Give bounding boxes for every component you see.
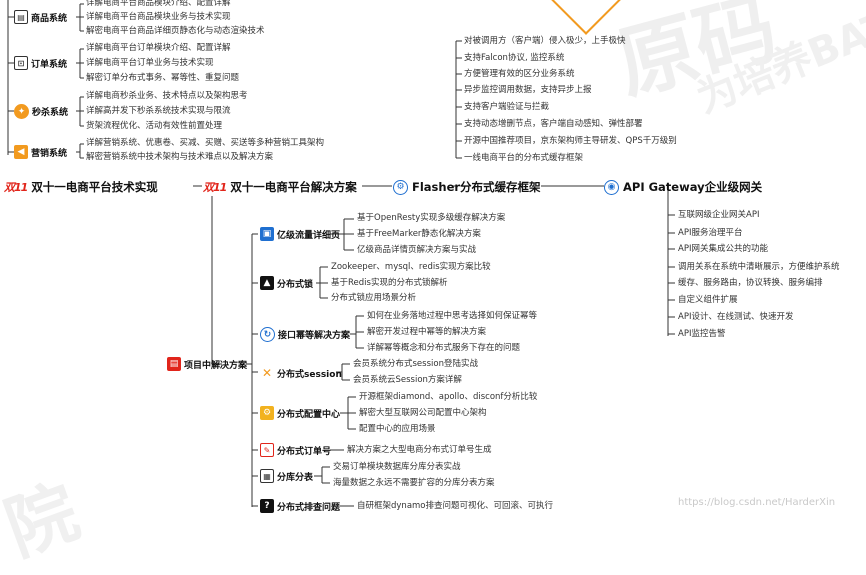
branch-troubleshoot: ? 分布式排查问题 <box>260 499 340 513</box>
flasher-item: 异步监控调用数据，支持异步上报 <box>464 85 592 95</box>
branch-label: 接口幂等解决方案 <box>278 331 351 341</box>
box-icon: ▤ <box>14 10 28 24</box>
seckill-item: 详解高并发下秒杀系统技术实现与限流 <box>86 106 231 116</box>
gateway-item: 缓存、服务路由，协议转换、服务编排 <box>678 278 823 288</box>
branch-idempotent: ↻ 接口幂等解决方案 <box>260 327 350 342</box>
flasher-item: 一线电商平台的分布式缓存框架 <box>464 153 584 163</box>
branch-item: Zookeeper、mysql、redis实现方案比较 <box>331 262 491 272</box>
flasher-item: 支持动态增删节点，客户端自动感知、弹性部署 <box>464 119 643 129</box>
megaphone-icon: ◀ <box>14 145 28 159</box>
project-solutions-node: ▤ 项目中解决方案 <box>167 357 247 371</box>
branch-item: 海量数据之永远不需要扩容的分库分表方案 <box>333 478 495 488</box>
marketing-system-label: 营销系统 <box>31 148 68 159</box>
gateway-item: 调用关系在系统中清晰展示，方便维护系统 <box>678 262 840 272</box>
gateway-item: API服务治理平台 <box>678 228 743 238</box>
branch-item: 自研框架dynamo排查问题可视化、可回滚、可执行 <box>357 501 554 511</box>
tech-impl-node: 双11 双十一电商平台技术实现 <box>4 179 158 195</box>
flasher-item: 开源中国推荐项目，京东架构师主导研发、QPS千万级别 <box>464 136 677 146</box>
tech-impl-title: 双十一电商平台技术实现 <box>31 180 158 194</box>
project-solutions-label: 项目中解决方案 <box>184 360 248 371</box>
folder-gear-icon: ⚙ <box>260 406 274 420</box>
solutions-title: 双十一电商平台解决方案 <box>230 180 357 194</box>
document-stamp-icon: ✎ <box>260 443 274 457</box>
branch-item: 亿级商品详情页解决方案与实战 <box>357 245 477 255</box>
cart-icon: ⊡ <box>14 56 28 70</box>
branch-label: 分布式session <box>277 369 342 380</box>
branch-label: 分布式订单号 <box>277 446 332 457</box>
lock-icon: ▲ <box>260 276 274 290</box>
order-system: ⊡ 订单系统 <box>14 56 67 70</box>
double-eleven-logo: 双11 <box>203 181 227 194</box>
tools-icon: ✕ <box>260 366 274 380</box>
gateway-title: API Gateway企业级网关 <box>623 180 763 194</box>
branch-item: 基于OpenResty实现多级缓存解决方案 <box>357 213 506 223</box>
branch-item: 基于FreeMarker静态化解决方案 <box>357 229 481 239</box>
commodity-system: ▤ 商品系统 <box>14 10 67 24</box>
branch-config-center: ⚙ 分布式配置中心 <box>260 406 340 420</box>
flasher-item: 支持客户端验证与拦截 <box>464 102 550 112</box>
flasher-node: ⚙ Flasher分布式缓存框架 <box>393 179 541 195</box>
commodity-item: 解密电商平台商品详细页静态化与动态渲染技术 <box>86 26 265 36</box>
image-icon: ▣ <box>260 227 274 241</box>
commodity-system-label: 商品系统 <box>31 13 68 24</box>
question-icon: ? <box>260 499 274 513</box>
branch-item: 解密大型互联网公司配置中心架构 <box>359 408 487 418</box>
solutions-node: 双11 双十一电商平台解决方案 <box>203 179 357 195</box>
order-item: 详解电商平台订单业务与技术实现 <box>86 58 214 68</box>
flasher-item: 对被调用方（客户端）侵入极少，上手极快 <box>464 36 626 46</box>
refresh-icon: ↻ <box>260 327 275 342</box>
branch-item: 开源框架diamond、apollo、disconf分析比较 <box>359 392 538 402</box>
seckill-system-label: 秒杀系统 <box>32 108 69 118</box>
branch-item: 解决方案之大型电商分布式订单号生成 <box>347 445 492 455</box>
marketing-item: 解密营销系统中技术架构与技术难点以及解决方案 <box>86 152 274 162</box>
double-eleven-logo: 双11 <box>4 181 28 194</box>
gateway-item: API设计、在线测试、快速开发 <box>678 312 794 322</box>
branch-distributed-lock: ▲ 分布式锁 <box>260 276 313 290</box>
gear-icon: ⚙ <box>393 179 408 195</box>
branch-session: ✕ 分布式session <box>260 366 342 380</box>
order-item: 详解电商平台订单模块介绍、配置详解 <box>86 43 231 53</box>
seckill-item: 货架流程优化、活动有效性前置处理 <box>86 121 223 131</box>
flasher-title: Flasher分布式缓存框架 <box>412 180 541 194</box>
branch-traffic-detail: ▣ 亿级流量详细页 <box>260 227 340 241</box>
commodity-item: 详解电商平台商品模块业务与技术实现 <box>86 12 231 22</box>
branch-item: 会员系统云Session方案详解 <box>353 375 462 385</box>
branch-label: 分库分表 <box>277 472 314 483</box>
gateway-item: 互联网级企业网关API <box>678 210 760 220</box>
branch-label: 亿级流量详细页 <box>277 230 341 241</box>
marketing-system: ◀ 营销系统 <box>14 145 67 159</box>
table-icon: ▦ <box>260 469 274 483</box>
branch-item: 配置中心的应用场景 <box>359 424 436 434</box>
branch-item: 解密开发过程中幂等的解决方案 <box>367 327 487 337</box>
marketing-item: 详解营销系统、优惠卷、买减、买赠、买送等多种营销工具架构 <box>86 138 325 148</box>
branch-item: 详解幂等概念和分布式服务下存在的问题 <box>367 343 521 353</box>
order-system-label: 订单系统 <box>31 59 68 70</box>
branch-item: 基于Redis实现的分布式锁解析 <box>331 278 448 288</box>
fire-icon: ✦ <box>14 104 29 119</box>
branch-sharding: ▦ 分库分表 <box>260 469 313 483</box>
branch-item: 分布式锁应用场景分析 <box>331 293 417 303</box>
document-icon: ▤ <box>167 357 181 371</box>
flasher-item: 支持Falcon协议, 监控系统 <box>464 53 565 63</box>
gateway-node: ◉ API Gateway企业级网关 <box>604 179 762 195</box>
branch-item: 交易订单模块数据库分库分表实战 <box>333 462 461 472</box>
footer-watermark: https://blog.csdn.net/HarderXin <box>678 497 836 508</box>
seckill-item: 详解电商秒杀业务、技术特点以及架构思考 <box>86 91 248 101</box>
order-item: 解密订单分布式事务、幂等性、重复问题 <box>86 73 240 83</box>
flasher-item: 方便管理有效的区分业务系统 <box>464 69 575 79</box>
gateway-item: 自定义组件扩展 <box>678 295 738 305</box>
branch-order-number: ✎ 分布式订单号 <box>260 443 331 457</box>
commodity-item: 详解电商平台商品模块介绍、配置详解 <box>86 0 231 8</box>
api-icon: ◉ <box>604 179 619 195</box>
branch-item: 如何在业务落地过程中思考选择如何保证幂等 <box>367 311 538 321</box>
branch-label: 分布式配置中心 <box>277 409 341 420</box>
seckill-system: ✦ 秒杀系统 <box>14 104 68 119</box>
gateway-item: API网关集成公共的功能 <box>678 244 768 254</box>
branch-label: 分布式排查问题 <box>277 502 341 513</box>
branch-item: 会员系统分布式session登陆实战 <box>353 359 478 369</box>
branch-label: 分布式锁 <box>277 279 314 290</box>
gateway-item: API监控告警 <box>678 329 726 339</box>
